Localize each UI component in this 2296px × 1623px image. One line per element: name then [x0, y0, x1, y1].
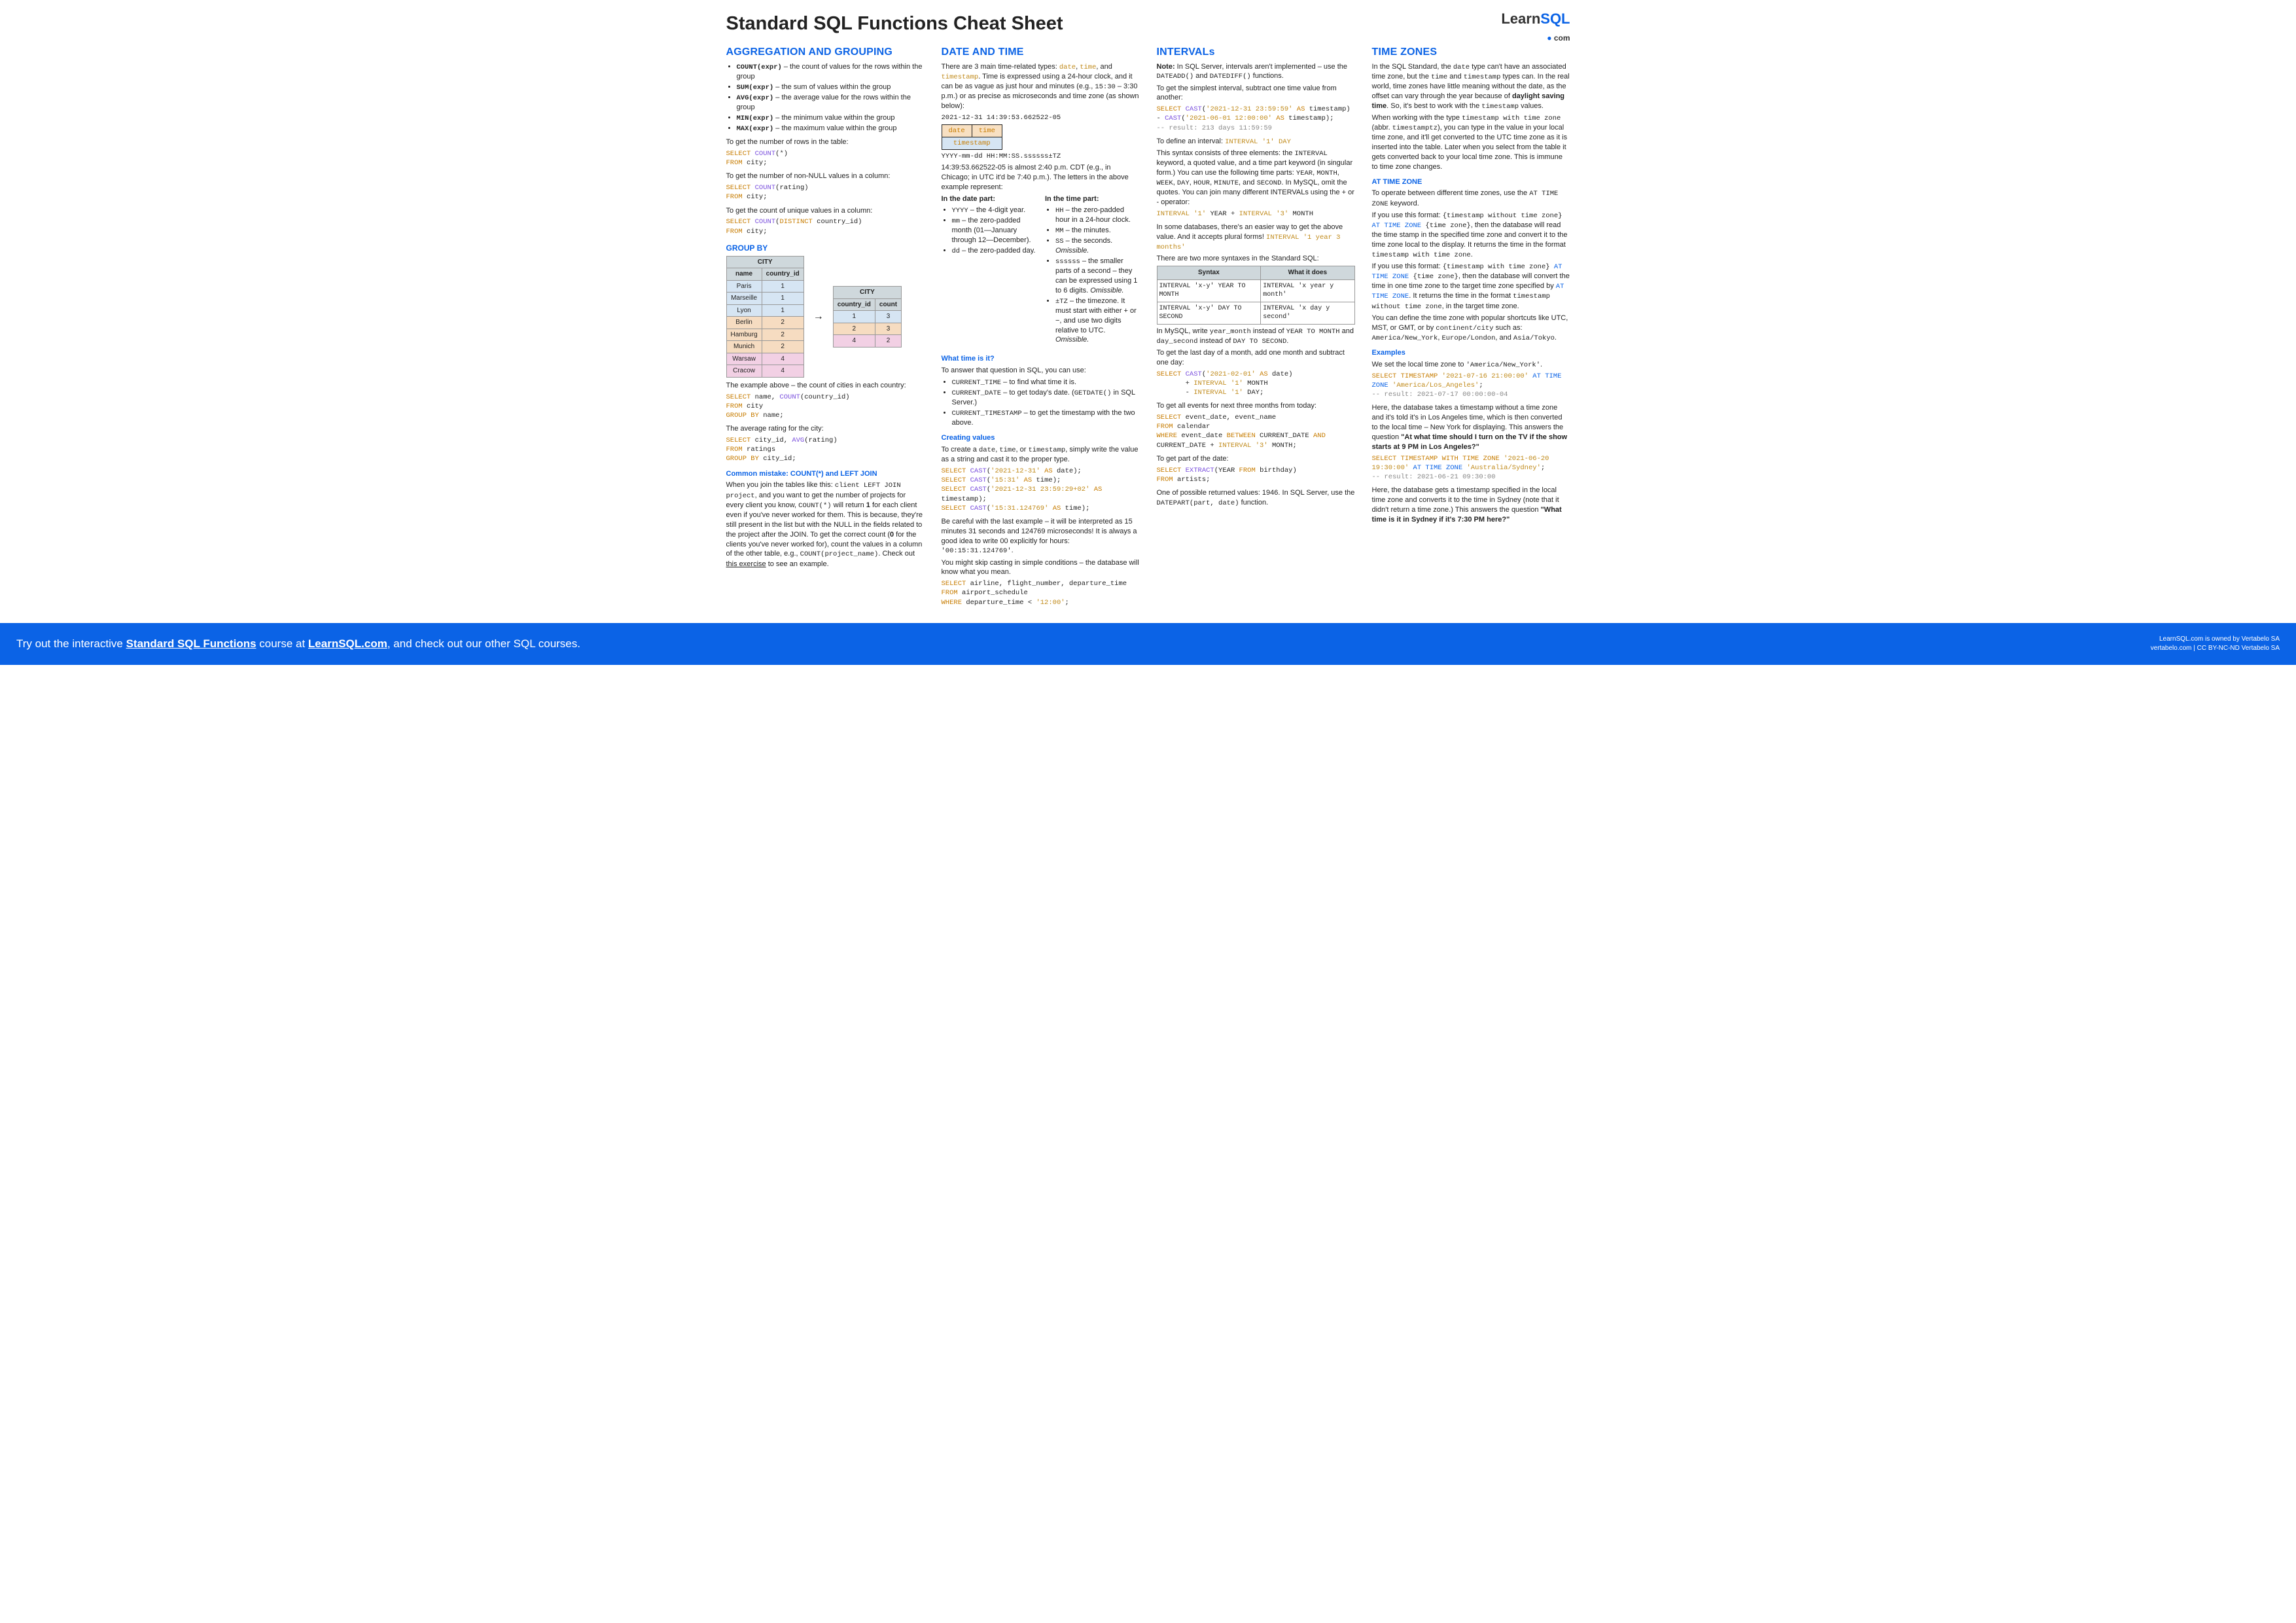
p-count-rows: To get the number of rows in the table:: [726, 137, 925, 147]
p-create: To create a date, time, or timestamp, si…: [942, 445, 1140, 465]
heading-datepart: In the date part:: [942, 195, 996, 203]
sql-tz2: SELECT TIMESTAMP WITH TIME ZONE '2021-06…: [1372, 454, 1570, 482]
p-create2: Be careful with the last example – it wi…: [942, 517, 1140, 556]
sql-interval-sub: SELECT CAST('2021-12-31 23:59:59' AS tim…: [1157, 105, 1355, 133]
ts-raw: 2021-12-31 14:39:53.662522-05: [942, 113, 1140, 122]
page-title: Standard SQL Functions Cheat Sheet: [726, 13, 1570, 35]
p-interval3c: There are two more syntaxes in the Stand…: [1157, 254, 1355, 264]
heading-timepart: In the time part:: [1045, 195, 1099, 203]
sql-cast: SELECT CAST('2021-12-31' AS date); SELEC…: [942, 467, 1140, 513]
p-avg: The average rating for the city:: [726, 424, 925, 434]
heading-examples: Examples: [1372, 348, 1570, 358]
table-city-grouped: CITY country_idcount 13 23 42: [833, 286, 902, 348]
p-tz3: To operate between different time zones,…: [1372, 188, 1570, 208]
heading-groupby: GROUP BY: [726, 243, 925, 253]
exercise-link[interactable]: this exercise: [726, 560, 766, 568]
sql-skip: SELECT airline, flight_number, departure…: [942, 579, 1140, 607]
heading-aggregation: AGGREGATION AND GROUPING: [726, 45, 925, 60]
p-tz9: Here, the database gets a timestamp spec…: [1372, 486, 1570, 524]
p-skip: You might skip casting in simple conditi…: [942, 558, 1140, 578]
col-timezones: TIME ZONES In the SQL Standard, the date…: [1372, 45, 1570, 611]
p-interval-def: To define an interval: INTERVAL '1' DAY: [1157, 137, 1355, 147]
p-tz4: If you use this format: {timestamp witho…: [1372, 211, 1570, 260]
agg-fn-list: COUNT(expr) – the count of values for th…: [726, 62, 925, 134]
col-intervals: INTERVALs Note: In SQL Server, intervals…: [1157, 45, 1355, 611]
site-link[interactable]: LearnSQL.com: [308, 637, 387, 650]
p-dt-intro: There are 3 main time-related types: dat…: [942, 62, 1140, 111]
heading-intervals: INTERVALs: [1157, 45, 1355, 60]
sql-count-distinct: SELECT COUNT(DISTINCT country_id) FROM c…: [726, 217, 925, 236]
ts-diagram: datetime timestamp: [942, 124, 1002, 150]
footer-banner: Try out the interactive Standard SQL Fun…: [0, 623, 2296, 665]
table-interval-syntax: SyntaxWhat it does INTERVAL 'x-y' YEAR T…: [1157, 266, 1355, 325]
heading-datetime: DATE AND TIME: [942, 45, 1140, 60]
sql-interval-join: INTERVAL '1' YEAR + INTERVAL '3' MONTH: [1157, 209, 1355, 219]
p-lastday: To get the last day of a month, add one …: [1157, 348, 1355, 368]
p-events: To get all events for next three months …: [1157, 401, 1355, 411]
p-mysql: In MySQL, write year_month instead of YE…: [1157, 327, 1355, 346]
p-interval3: In some databases, there's an easier way…: [1157, 223, 1355, 252]
list-datepart: YYYY – the 4-digit year. mm – the zero-p…: [942, 205, 1036, 256]
sql-count-col: SELECT COUNT(rating) FROM city;: [726, 183, 925, 202]
p-extract2: One of possible returned values: 1946. I…: [1157, 488, 1355, 508]
p-tz1: In the SQL Standard, the date type can't…: [1372, 62, 1570, 111]
p-groupby-example: The example above – the count of cities …: [726, 381, 925, 391]
p-interval1: To get the simplest interval, subtract o…: [1157, 84, 1355, 103]
heading-whattime: What time is it?: [942, 354, 1140, 364]
p-whattime: To answer that question in SQL, you can …: [942, 366, 1140, 376]
list-timepart: HH – the zero-padded hour in a 24-hour c…: [1045, 205, 1140, 345]
heading-attimezone: AT TIME ZONE: [1372, 177, 1570, 187]
p-ex-local: We set the local time zone to 'America/N…: [1372, 360, 1570, 370]
sql-tz1: SELECT TIMESTAMP '2021-07-16 21:00:00' A…: [1372, 372, 1570, 400]
course-link[interactable]: Standard SQL Functions: [126, 637, 256, 650]
col-aggregation: AGGREGATION AND GROUPING COUNT(expr) – t…: [726, 45, 925, 611]
p-tz6: You can define the time zone with popula…: [1372, 313, 1570, 343]
list-current: CURRENT_TIME – to find what time it is. …: [942, 378, 1140, 428]
heading-timezones: TIME ZONES: [1372, 45, 1570, 60]
table-city-input: CITY namecountry_id Paris1 Marseille1 Ly…: [726, 256, 804, 378]
banner-text: Try out the interactive Standard SQL Fun…: [16, 637, 580, 651]
sql-groupby: SELECT name, COUNT(country_id) FROM city…: [726, 393, 925, 421]
arrow-icon: →: [813, 310, 824, 324]
p-count-distinct: To get the count of unique values in a c…: [726, 206, 925, 216]
p-ts-explain: 14:39:53.662522-05 is almost 2:40 p.m. C…: [942, 163, 1140, 192]
col-datetime: DATE AND TIME There are 3 main time-rela…: [942, 45, 1140, 611]
sql-extract: SELECT EXTRACT(YEAR FROM birthday) FROM …: [1157, 466, 1355, 484]
p-tz2: When working with the type timestamp wit…: [1372, 113, 1570, 172]
sql-lastday: SELECT CAST('2021-02-01' AS date) + INTE…: [1157, 370, 1355, 398]
p-interval-def2: This syntax consists of three elements: …: [1157, 149, 1355, 207]
heading-mistake: Common mistake: COUNT(*) and LEFT JOIN: [726, 469, 925, 479]
p-extract: To get part of the date:: [1157, 454, 1355, 464]
p-tz5: If you use this format: {timestamp with …: [1372, 262, 1570, 312]
p-tz8: Here, the database takes a timestamp wit…: [1372, 403, 1570, 452]
p-mistake: When you join the tables like this: clie…: [726, 480, 925, 569]
ts-format: YYYY-mm-dd HH:MM:SS.ssssss±TZ: [942, 152, 1140, 161]
sql-avg: SELECT city_id, AVG(rating) FROM ratings…: [726, 436, 925, 464]
p-interval-note: Note: In SQL Server, intervals aren't im…: [1157, 62, 1355, 82]
sql-count-star: SELECT COUNT(*) FROM city;: [726, 149, 925, 168]
sql-events: SELECT event_date, event_name FROM calen…: [1157, 413, 1355, 450]
p-count-nonnull: To get the number of non-NULL values in …: [726, 171, 925, 181]
heading-create: Creating values: [942, 433, 1140, 443]
banner-credits: LearnSQL.com is owned by Vertabelo SAver…: [2151, 635, 2280, 653]
logo: LearnSQL ● com: [1501, 10, 1570, 45]
